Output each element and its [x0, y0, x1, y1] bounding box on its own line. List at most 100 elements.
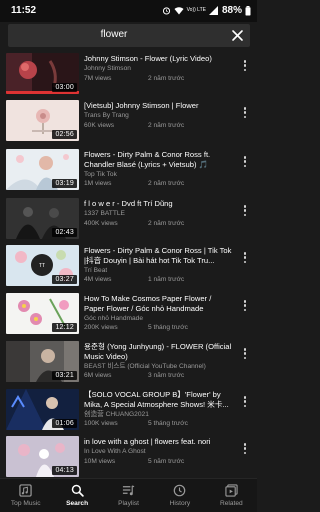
more-options-icon[interactable] — [242, 300, 248, 314]
list-item[interactable]: 03:19 Flowers - Dirty Palm & Conor Ross … — [0, 149, 257, 193]
channel-name: Góc nhỏ Handmade — [84, 314, 144, 322]
nav-label: History — [169, 500, 191, 507]
list-item[interactable]: 03:00 Johnny Stimson - Flower (Lyric Vid… — [0, 53, 257, 97]
upload-age: 5 tháng trước — [148, 324, 188, 331]
duration-badge: 01:06 — [52, 419, 77, 428]
volte-indicator: Vo)) LTE — [186, 7, 206, 13]
video-thumbnail[interactable]: 01:06 — [6, 389, 79, 430]
video-title[interactable]: f l o w e r - Dvd ft Trí Dũng — [84, 199, 232, 209]
video-title[interactable]: [Vietsub] Johnny Stimson | Flower — [84, 101, 232, 111]
video-thumbnail[interactable]: 03:00 — [6, 53, 79, 94]
video-thumbnail[interactable]: 02:43 — [6, 198, 79, 239]
top-music-icon — [19, 484, 32, 497]
nav-search[interactable]: Search — [51, 479, 102, 512]
search-bar[interactable]: flower — [8, 24, 250, 47]
channel-name: 1337 BATTLE — [84, 210, 125, 217]
video-info[interactable]: 【SOLO VOCAL GROUP B】'Flower' by Mika, A … — [84, 390, 232, 428]
search-query-text[interactable]: flower — [8, 29, 220, 40]
upload-age: 2 năm trước — [148, 219, 185, 227]
video-thumbnail[interactable]: 02:56 — [6, 100, 79, 141]
playlist-icon — [122, 484, 135, 497]
channel-name: Trans By Trang — [84, 112, 129, 119]
upload-age: 2 năm trước — [148, 74, 185, 82]
channel-name: Top Tik Tok — [84, 170, 117, 178]
more-options-icon[interactable] — [242, 205, 248, 219]
list-item[interactable]: 02:56 [Vietsub] Johnny Stimson | Flower … — [0, 100, 257, 144]
channel-name: 创造营 CHUANG2021 — [84, 410, 149, 418]
video-info[interactable]: f l o w e r - Dvd ft Trí Dũng 1337 BATTL… — [84, 199, 232, 228]
video-thumbnail[interactable]: 03:21 — [6, 341, 79, 382]
more-options-icon[interactable] — [242, 396, 248, 410]
video-thumbnail[interactable]: 04:13 — [6, 436, 79, 477]
status-time: 11:52 — [11, 5, 37, 16]
view-count: 100K views — [84, 420, 118, 427]
list-item[interactable]: 03:21 용준형 (Yong Junhyung) - FLOWER (Offi… — [0, 341, 257, 385]
video-info[interactable]: 용준형 (Yong Junhyung) - FLOWER (Official M… — [84, 342, 232, 380]
video-title[interactable]: Flowers - Dirty Palm & Conor Ross | Tik … — [84, 246, 232, 265]
video-info[interactable]: in love with a ghost | flowers feat. nor… — [84, 437, 232, 466]
channel-name: Trí Beat — [84, 266, 108, 274]
nav-top-music[interactable]: Top Music — [0, 479, 51, 512]
battery-icon — [245, 5, 251, 16]
video-info[interactable]: [Vietsub] Johnny Stimson | Flower Trans … — [84, 101, 232, 130]
duration-badge: 12:12 — [52, 323, 77, 332]
view-count: 200K views — [84, 324, 118, 331]
nav-history[interactable]: History — [154, 479, 205, 512]
more-options-icon[interactable] — [242, 348, 248, 362]
more-options-icon[interactable] — [242, 252, 248, 266]
upload-age: 2 năm trước — [148, 180, 185, 187]
duration-badge: 03:21 — [52, 371, 77, 380]
duration-badge: 04:13 — [52, 466, 77, 475]
nav-label: Top Music — [10, 500, 41, 507]
more-options-icon[interactable] — [242, 443, 248, 457]
list-item[interactable]: 01:06 【SOLO VOCAL GROUP B】'Flower' by Mi… — [0, 389, 257, 433]
close-icon[interactable] — [231, 29, 244, 42]
nav-related[interactable]: Related — [206, 479, 257, 512]
video-title[interactable]: 【SOLO VOCAL GROUP B】'Flower' by Mika, A … — [84, 390, 232, 409]
upload-age: 1 năm trước — [148, 276, 185, 283]
video-info[interactable]: Flowers - Dirty Palm & Conor Ross | Tik … — [84, 246, 232, 284]
channel-name: Johnny Stimson — [84, 65, 131, 72]
more-options-icon[interactable] — [242, 107, 248, 121]
view-count: 60K views — [84, 121, 115, 129]
video-thumbnail[interactable]: 12:12 — [6, 293, 79, 334]
status-bar: 11:52 Vo)) LTE 88% — [0, 0, 257, 22]
video-thumbnail[interactable]: 03:19 — [6, 149, 79, 190]
duration-badge: 03:19 — [52, 179, 77, 188]
wifi-icon — [174, 6, 184, 15]
upload-age: 5 năm trước — [148, 457, 185, 465]
video-info[interactable]: Flowers - Dirty Palm & Conor Ross ft. Ch… — [84, 150, 232, 188]
video-title[interactable]: in love with a ghost | flowers feat. nor… — [84, 437, 232, 447]
related-icon — [225, 484, 238, 497]
list-item[interactable]: 02:43 f l o w e r - Dvd ft Trí Dũng 1337… — [0, 198, 257, 242]
more-options-icon[interactable] — [242, 156, 248, 170]
video-title[interactable]: Flowers - Dirty Palm & Conor Ross ft. Ch… — [84, 150, 232, 169]
video-title[interactable]: How To Make Cosmos Paper Flower / Paper … — [84, 294, 232, 313]
list-item[interactable]: 12:12 How To Make Cosmos Paper Flower / … — [0, 293, 257, 337]
channel-name: In Love With A Ghost — [84, 448, 146, 455]
video-title[interactable]: 용준형 (Yong Junhyung) - FLOWER (Official M… — [84, 342, 232, 361]
more-options-icon[interactable] — [242, 60, 248, 74]
search-icon — [71, 484, 84, 497]
history-icon — [173, 484, 186, 497]
bottom-nav: Top Music Search Playlist History Relate… — [0, 478, 257, 512]
view-count: 10M views — [84, 457, 116, 465]
view-count: 7M views — [84, 74, 112, 82]
view-count: 4M views — [84, 276, 112, 283]
video-info[interactable]: How To Make Cosmos Paper Flower / Paper … — [84, 294, 232, 332]
duration-badge: 02:43 — [52, 228, 77, 237]
svg-text:TT: TT — [39, 263, 45, 269]
alarm-icon — [162, 6, 171, 15]
list-item[interactable]: TT 03:27 Flowers - Dirty Palm & Conor Ro… — [0, 245, 257, 289]
list-item[interactable]: 04:13 in love with a ghost | flowers fea… — [0, 436, 257, 478]
results-list: 03:00 Johnny Stimson - Flower (Lyric Vid… — [0, 53, 257, 478]
nav-label: Playlist — [118, 500, 139, 507]
video-title[interactable]: Johnny Stimson - Flower (Lyric Video) — [84, 54, 232, 64]
video-thumbnail[interactable]: TT 03:27 — [6, 245, 79, 286]
video-info[interactable]: Johnny Stimson - Flower (Lyric Video) Jo… — [84, 54, 232, 83]
upload-age: 3 năm trước — [148, 372, 185, 379]
nav-label: Related — [219, 500, 243, 507]
nav-playlist[interactable]: Playlist — [103, 479, 154, 512]
duration-badge: 02:56 — [52, 130, 77, 139]
duration-badge: 03:00 — [52, 83, 77, 92]
